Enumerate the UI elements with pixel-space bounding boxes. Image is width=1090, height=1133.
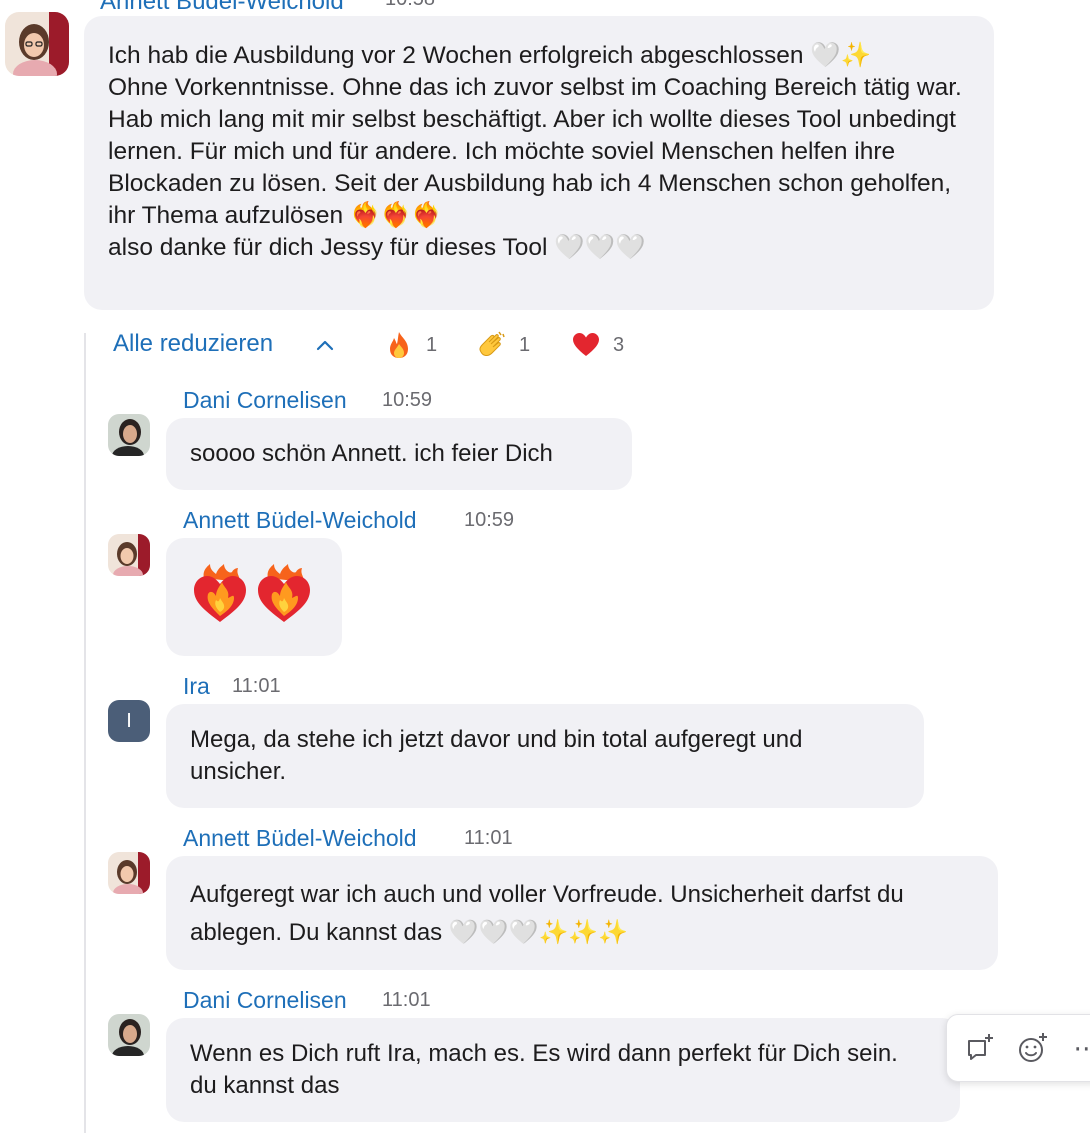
reply-author[interactable]: Dani Cornelisen (183, 387, 347, 414)
reply-bubble: ❤️‍🔥❤️‍🔥 (166, 538, 342, 656)
reply-author[interactable]: Ira (183, 673, 210, 700)
reply-author[interactable]: Annett Büdel-Weichold (183, 825, 417, 852)
reply-in-thread-button[interactable] (959, 1026, 1000, 1070)
reply-text: soooo schön Annett. ich feier Dich (190, 440, 553, 467)
parent-message-text: Ich hab die Ausbildung vor 2 Wochen erfo… (108, 42, 962, 261)
reply-bubble: soooo schön Annett. ich feier Dich (166, 418, 632, 490)
reply-text: Aufgeregt war ich auch und voller Vorfre… (190, 881, 911, 946)
reply-timestamp: 11:01 (382, 989, 431, 1011)
reply-timestamp: 11:01 (464, 827, 513, 849)
parent-timestamp: 10:58 (385, 0, 435, 11)
reply-bubble: Wenn es Dich ruft Ira, mach es. Es wird … (166, 1018, 960, 1122)
reply-timestamp: 11:01 (232, 675, 281, 697)
avatar-initial: I (126, 709, 132, 732)
reply-bubble: Aufgeregt war ich auch und voller Vorfre… (166, 856, 998, 970)
parent-message-bubble: Ich hab die Ausbildung vor 2 Wochen erfo… (84, 16, 994, 310)
red-heart-icon (571, 330, 601, 360)
message-hover-toolbar: ⋯ (946, 1014, 1090, 1082)
reaction-clap[interactable]: 1 (477, 328, 530, 362)
avatar-annett[interactable] (5, 12, 69, 76)
reply-author[interactable]: Annett Büdel-Weichold (183, 507, 417, 534)
more-actions-button[interactable]: ⋯ (1066, 1026, 1090, 1070)
chevron-up-icon[interactable] (314, 337, 336, 353)
reply-text: Mega, da stehe ich jetzt davor und bin t… (190, 726, 810, 785)
reply-timestamp: 10:59 (382, 389, 433, 411)
fire-icon (384, 330, 414, 360)
heart-on-fire-icon (192, 564, 248, 624)
thread-line (84, 333, 86, 1133)
reply-in-thread-icon (963, 1031, 997, 1065)
reaction-fire[interactable]: 1 (384, 328, 437, 362)
avatar-ira[interactable]: I (108, 700, 150, 742)
more-icon: ⋯ (1073, 1032, 1090, 1063)
add-reaction-button[interactable] (1012, 1026, 1053, 1070)
collapse-all-link[interactable]: Alle reduzieren (113, 330, 273, 358)
clapping-hands-icon (477, 330, 507, 360)
reply-author[interactable]: Dani Cornelisen (183, 987, 347, 1014)
parent-author[interactable]: Annett Büdel-Weichold (100, 0, 344, 16)
add-reaction-icon (1016, 1031, 1050, 1065)
avatar-annett[interactable] (108, 852, 150, 894)
reaction-count: 3 (613, 333, 625, 356)
avatar-dani[interactable] (108, 1014, 150, 1056)
reply-bubble: Mega, da stehe ich jetzt davor und bin t… (166, 704, 924, 808)
reaction-count: 1 (426, 333, 438, 356)
reply-timestamp: 10:59 (464, 509, 515, 531)
avatar-dani[interactable] (108, 414, 150, 456)
avatar-annett[interactable] (108, 534, 150, 576)
heart-on-fire-icon (256, 564, 312, 624)
reaction-count: 1 (519, 333, 531, 356)
reaction-heart[interactable]: 3 (571, 328, 624, 362)
reply-text: Wenn es Dich ruft Ira, mach es. Es wird … (190, 1040, 905, 1099)
